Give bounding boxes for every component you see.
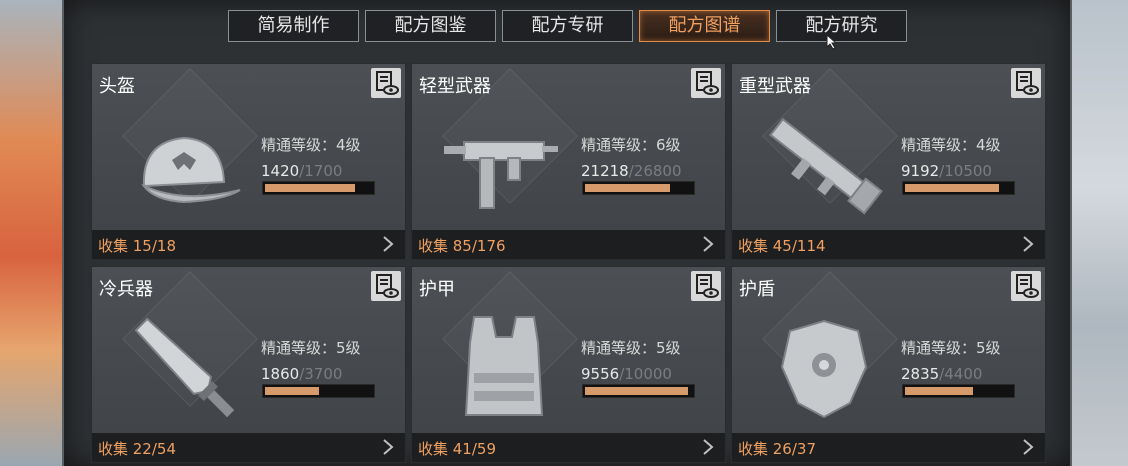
view-recipe-icon[interactable] (691, 271, 721, 301)
collect-count: 收集 85/176 (418, 237, 506, 255)
mastery-level: 精通等级：4级 (901, 136, 1001, 154)
collect-count: 收集 22/54 (98, 440, 176, 458)
chevron-right-icon (703, 439, 714, 455)
category-card-helmet[interactable]: 头盔 精通等级：4级 1420/1700 收集 15/18 (91, 63, 406, 260)
mastery-bar (902, 384, 1015, 398)
mastery-bar (902, 181, 1015, 195)
collect-count: 收集 26/37 (738, 440, 816, 458)
mastery-progress: 9556/10000 (581, 365, 672, 383)
tab-bar: 简易制作 配方图鉴 配方专研 配方图谱 配方研究 (228, 10, 907, 42)
mastery-level: 精通等级：5级 (261, 339, 361, 357)
chevron-right-icon (383, 236, 394, 252)
category-card-melee[interactable]: 冷兵器 精通等级：5级 1860/3700 收集 22/54 (91, 266, 406, 463)
progress-current: 21218 (581, 162, 629, 180)
mastery-progress: 1860/3700 (261, 365, 343, 383)
collect-count: 收集 45/114 (738, 237, 826, 255)
mastery-bar-fill (585, 184, 670, 192)
launcher-icon (769, 117, 883, 215)
chevron-right-icon (1023, 236, 1034, 252)
tab-recipe-specialize[interactable]: 配方专研 (502, 10, 633, 42)
view-recipe-icon[interactable] (1011, 271, 1041, 301)
mastery-bar-fill (265, 184, 355, 192)
mastery-level: 精通等级：5级 (581, 339, 681, 357)
card-title: 重型武器 (739, 76, 811, 97)
progress-current: 1420 (261, 162, 300, 180)
mastery-progress: 2835/4400 (901, 365, 983, 383)
progress-max: 26800 (633, 162, 682, 180)
view-recipe-icon[interactable] (691, 68, 721, 98)
vest-icon (464, 316, 544, 416)
collect-count: 收集 41/59 (418, 440, 496, 458)
collect-footer[interactable]: 收集 45/114 (732, 230, 1045, 259)
cap-icon (141, 136, 241, 204)
mastery-bar-fill (585, 387, 688, 395)
view-recipe-icon[interactable] (1011, 68, 1041, 98)
card-title: 头盔 (99, 76, 135, 97)
category-card-shield[interactable]: 护盾 精通等级：5级 2835/4400 收集 26/37 (731, 266, 1046, 463)
progress-current: 9556 (581, 365, 620, 383)
view-recipe-icon[interactable] (371, 68, 401, 98)
background-left (0, 0, 70, 466)
mastery-progress: 1420/1700 (261, 162, 343, 180)
category-card-light-weapons[interactable]: 轻型武器 精通等级：6级 21218/26800 收集 85/176 (411, 63, 726, 260)
shield-icon (780, 319, 868, 419)
mouse-cursor-icon (826, 34, 838, 50)
progress-max: 1700 (304, 162, 343, 180)
chevron-right-icon (383, 439, 394, 455)
mastery-progress: 21218/26800 (581, 162, 682, 180)
blade-icon (134, 317, 235, 418)
mastery-bar-fill (265, 387, 319, 395)
background-right (1068, 0, 1128, 466)
mastery-progress: 9192/10500 (901, 162, 992, 180)
collect-footer[interactable]: 收集 15/18 (92, 230, 405, 259)
chevron-right-icon (703, 236, 714, 252)
progress-max: 3700 (304, 365, 343, 383)
mastery-level: 精通等级：6级 (581, 136, 681, 154)
collect-footer[interactable]: 收集 26/37 (732, 433, 1045, 462)
collect-footer[interactable]: 收集 22/54 (92, 433, 405, 462)
mastery-bar-fill (905, 387, 974, 395)
progress-max: 10000 (624, 365, 672, 383)
progress-current: 9192 (901, 162, 940, 180)
card-title: 护甲 (419, 279, 455, 300)
mastery-level: 精通等级：4级 (261, 136, 361, 154)
collect-footer[interactable]: 收集 41/59 (412, 433, 725, 462)
tab-recipe-catalog[interactable]: 配方图鉴 (365, 10, 496, 42)
progress-current: 2835 (901, 365, 940, 383)
tab-simple-craft[interactable]: 简易制作 (228, 10, 359, 42)
chevron-right-icon (1023, 439, 1034, 455)
view-recipe-icon[interactable] (371, 271, 401, 301)
category-card-armor[interactable]: 护甲 精通等级：5级 9556/10000 收集 41/59 (411, 266, 726, 463)
progress-max: 4400 (944, 365, 983, 383)
mastery-bar (582, 181, 695, 195)
progress-max: 10500 (944, 162, 992, 180)
card-title: 冷兵器 (99, 279, 153, 300)
card-title: 轻型武器 (419, 76, 491, 97)
mastery-level: 精通等级：5级 (901, 339, 1001, 357)
mastery-bar (262, 181, 375, 195)
category-card-heavy-weapons[interactable]: 重型武器 精通等级：4级 9192/10500 收集 45/114 (731, 63, 1046, 260)
smg-icon (444, 141, 558, 209)
mastery-bar (582, 384, 695, 398)
tab-recipe-research[interactable]: 配方研究 (776, 10, 907, 42)
card-title: 护盾 (739, 279, 775, 300)
collect-footer[interactable]: 收集 85/176 (412, 230, 725, 259)
mastery-bar (262, 384, 375, 398)
progress-current: 1860 (261, 365, 300, 383)
collect-count: 收集 15/18 (98, 237, 176, 255)
tab-recipe-atlas[interactable]: 配方图谱 (639, 10, 770, 42)
mastery-bar-fill (905, 184, 1000, 192)
